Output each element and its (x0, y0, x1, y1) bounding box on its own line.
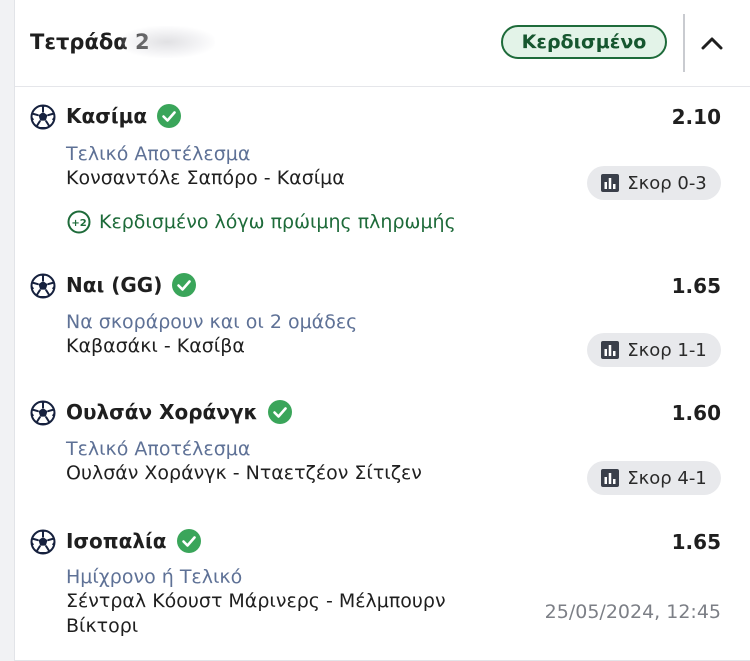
selection-odds: 1.65 (671, 530, 721, 554)
selection-name: Ναι (GG) (66, 273, 197, 297)
selection-odds: 1.65 (671, 274, 721, 298)
selection-name: Ουλσάν Χοράνγκ (66, 400, 292, 424)
event-name-line2: Βίκτορι (66, 615, 139, 637)
market-name: Τελικό Αποτέλεσμα (66, 143, 251, 165)
event-name: Κονσαντόλε Σαπόρο - Κασίμα (66, 167, 345, 189)
score-button[interactable]: Σκορ 4-1 (587, 461, 721, 495)
early-payout-note: +2 Κερδισμένο λόγω πρώιμης πληρωμής (67, 210, 456, 234)
football-icon (30, 529, 56, 555)
chevron-up-icon (701, 37, 723, 50)
market-name: Τελικό Αποτέλεσμα (66, 438, 251, 460)
selection-item: Ναι (GG) 1.65 Να σκοράρουν και οι 2 ομάδ… (15, 270, 750, 380)
collapse-button[interactable] (695, 26, 729, 60)
market-name: Να σκοράρουν και οι 2 ομάδες (66, 311, 358, 333)
football-icon (30, 400, 56, 426)
score-button[interactable]: Σκορ 0-3 (587, 166, 721, 200)
check-circle-icon (176, 529, 201, 553)
selection-name-text: Ισοπαλία (66, 529, 167, 553)
early-payout-text: Κερδισμένο λόγω πρώιμης πληρωμής (99, 211, 456, 233)
plus-two-icon: +2 (67, 210, 91, 234)
event-name-line1: Σέντραλ Κόουστ Μάρινερς - Μέλμπουρν (66, 590, 446, 612)
redacted-blur (119, 26, 215, 58)
selection-item: Ουλσάν Χοράνγκ 1.60 Τελικό Αποτέλεσμα Ου… (15, 397, 750, 507)
selection-name-text: Ναι (GG) (66, 273, 163, 297)
football-icon (30, 104, 56, 130)
stats-chart-icon (601, 469, 620, 487)
bet-header: Τετράδα 2 Κερδισμένο (15, 0, 750, 87)
event-name: Ουλσάν Χοράνγκ - Νταετζέον Σίτιζεν (66, 462, 422, 484)
selection-odds: 2.10 (671, 105, 721, 129)
football-icon (30, 273, 56, 299)
selection-odds: 1.60 (671, 401, 721, 425)
status-badge: Κερδισμένο (501, 25, 667, 59)
selection-name: Κασίμα (66, 104, 182, 128)
score-text: Σκορ 0-3 (627, 172, 707, 194)
selection-item: Ισοπαλία 1.65 Ημίχρονο ή Τελικό Σέντραλ … (15, 526, 750, 656)
check-circle-icon (172, 273, 197, 297)
check-circle-icon (157, 104, 182, 128)
stats-chart-icon (601, 174, 620, 192)
score-button[interactable]: Σκορ 1-1 (587, 333, 721, 367)
stats-chart-icon (601, 341, 620, 359)
score-text: Σκορ 4-1 (627, 467, 707, 489)
score-text: Σκορ 1-1 (627, 339, 707, 361)
check-circle-icon (267, 400, 292, 424)
bet-slip-card: Τετράδα 2 Κερδισμένο Κασίμα 2.10 Τελικό … (14, 0, 750, 661)
header-divider (683, 14, 685, 72)
selection-item: Κασίμα 2.10 Τελικό Αποτέλεσμα Κονσαντόλε… (15, 100, 750, 250)
selection-name-text: Κασίμα (66, 104, 148, 128)
market-name: Ημίχρονο ή Τελικό (66, 566, 243, 588)
selection-name: Ισοπαλία (66, 529, 201, 553)
event-datetime: 25/05/2024, 12:45 (544, 601, 721, 623)
svg-text:+2: +2 (71, 218, 86, 229)
event-name: Καβασάκι - Κασίβα (66, 335, 245, 357)
selection-name-text: Ουλσάν Χοράνγκ (66, 400, 258, 424)
